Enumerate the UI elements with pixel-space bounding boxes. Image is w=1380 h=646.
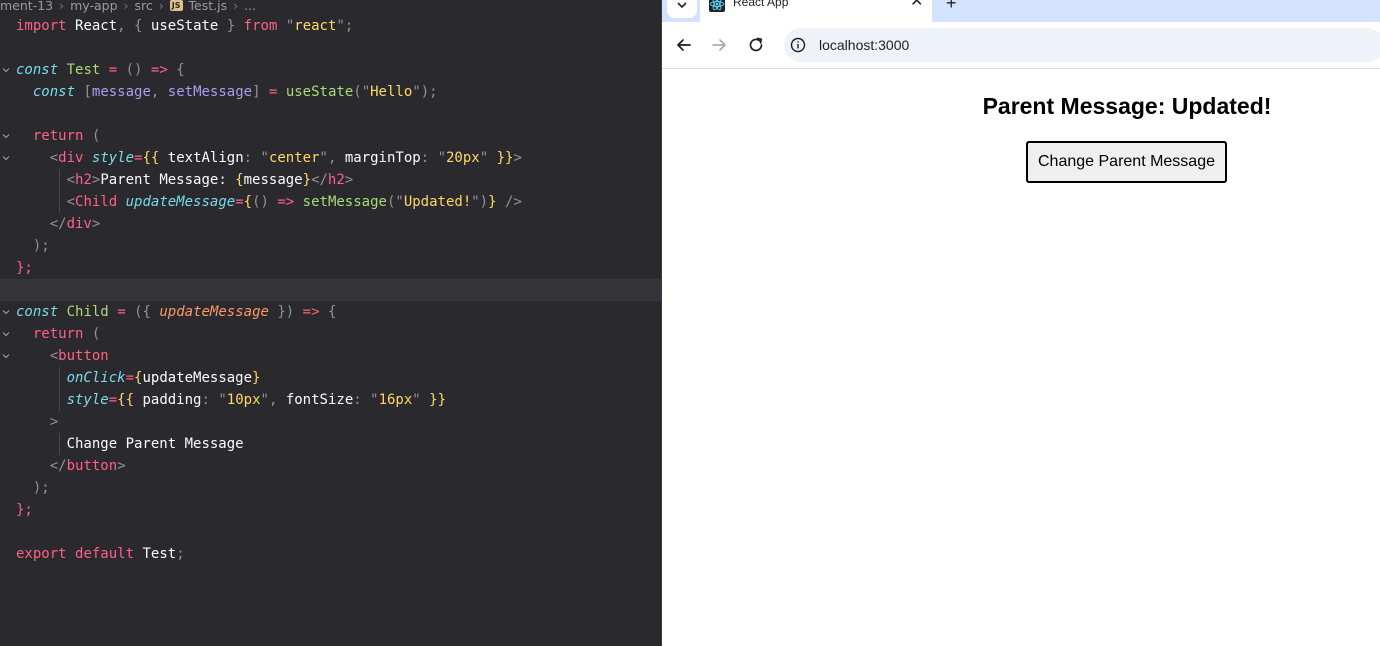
fold-chevron-icon[interactable] — [2, 308, 10, 316]
url-text[interactable]: localhost:3000 — [819, 37, 909, 53]
code-line[interactable]: Change Parent Message — [0, 433, 661, 455]
code-line[interactable]: import React, { useState } from "react"; — [0, 15, 661, 37]
code-line[interactable]: <h2>Parent Message: {message}</h2> — [0, 169, 661, 191]
fold-chevron-icon[interactable] — [2, 132, 10, 140]
forward-arrow-icon[interactable] — [709, 35, 729, 55]
breadcrumb-separator-icon: › — [59, 0, 65, 13]
code-line[interactable]: style={{ padding: "10px", fontSize: "16p… — [0, 389, 661, 411]
fold-chevron-icon[interactable] — [2, 352, 10, 360]
fold-chevron-icon[interactable] — [2, 330, 10, 338]
code-line[interactable]: }; — [0, 257, 661, 279]
code-area[interactable]: import React, { useState } from "react";… — [0, 15, 661, 565]
code-line[interactable]: ); — [0, 235, 661, 257]
info-icon[interactable] — [790, 37, 806, 53]
chevron-down-icon — [677, 2, 687, 8]
parent-message-heading: Parent Message: Updated! — [982, 93, 1272, 119]
tab-search-button[interactable] — [667, 0, 697, 18]
change-parent-message-button[interactable]: Change Parent Message — [1026, 141, 1227, 183]
new-tab-button[interactable]: + — [946, 0, 957, 14]
browser-window: React App ✕ + localhost:3000 Parent Mess… — [661, 0, 1380, 646]
breadcrumb-folder-src[interactable]: src — [135, 0, 153, 13]
breadcrumb-separator-icon: › — [233, 0, 239, 13]
code-line[interactable]: <button — [0, 345, 661, 367]
code-line[interactable]: <Child updateMessage={() => setMessage("… — [0, 191, 661, 213]
browser-toolbar: localhost:3000 — [662, 22, 1380, 69]
breadcrumb-symbols[interactable]: ... — [244, 0, 256, 13]
tab-react-app[interactable]: React App ✕ — [700, 0, 932, 22]
code-line[interactable]: return ( — [0, 323, 661, 345]
code-line[interactable]: }; — [0, 499, 661, 521]
page-content: Parent Message: Updated! Change Parent M… — [662, 69, 1380, 646]
react-icon — [709, 0, 725, 12]
code-line-current[interactable] — [0, 279, 661, 301]
code-line[interactable]: </button> — [0, 455, 661, 477]
code-line[interactable]: ); — [0, 477, 661, 499]
breadcrumb-folder-project[interactable]: ment-13 — [0, 0, 53, 13]
breadcrumb-separator-icon: › — [158, 0, 164, 13]
address-bar[interactable]: localhost:3000 — [784, 28, 1380, 62]
fold-chevron-icon[interactable] — [2, 154, 10, 162]
breadcrumb-separator-icon: › — [123, 0, 129, 13]
breadcrumb-folder-app[interactable]: my-app — [70, 0, 117, 13]
code-line[interactable] — [0, 103, 661, 125]
code-line[interactable]: export default Test; — [0, 543, 661, 565]
code-line[interactable]: > — [0, 411, 661, 433]
close-icon[interactable]: ✕ — [910, 0, 923, 10]
breadcrumb-file[interactable]: Test.js — [189, 0, 228, 13]
code-line[interactable]: const Test = () => { — [0, 59, 661, 81]
breadcrumb: ment-13 › my-app › src › JS Test.js › ..… — [0, 0, 256, 14]
back-arrow-icon[interactable] — [674, 35, 694, 55]
js-file-icon: JS — [169, 0, 183, 11]
code-line[interactable]: const [message, setMessage] = useState("… — [0, 81, 661, 103]
reload-icon[interactable] — [746, 35, 766, 55]
code-line[interactable]: const Child = ({ updateMessage }) => { — [0, 301, 661, 323]
code-line[interactable]: </div> — [0, 213, 661, 235]
fold-chevron-icon[interactable] — [2, 66, 10, 74]
tab-strip: React App ✕ + — [662, 0, 1380, 22]
code-line[interactable]: return ( — [0, 125, 661, 147]
code-editor[interactable]: ment-13 › my-app › src › JS Test.js › ..… — [0, 0, 661, 646]
code-line[interactable]: onClick={updateMessage} — [0, 367, 661, 389]
tab-title: React App — [733, 0, 789, 9]
code-line[interactable] — [0, 521, 661, 543]
code-line[interactable] — [0, 37, 661, 59]
code-line[interactable]: <div style={{ textAlign: "center", margi… — [0, 147, 661, 169]
